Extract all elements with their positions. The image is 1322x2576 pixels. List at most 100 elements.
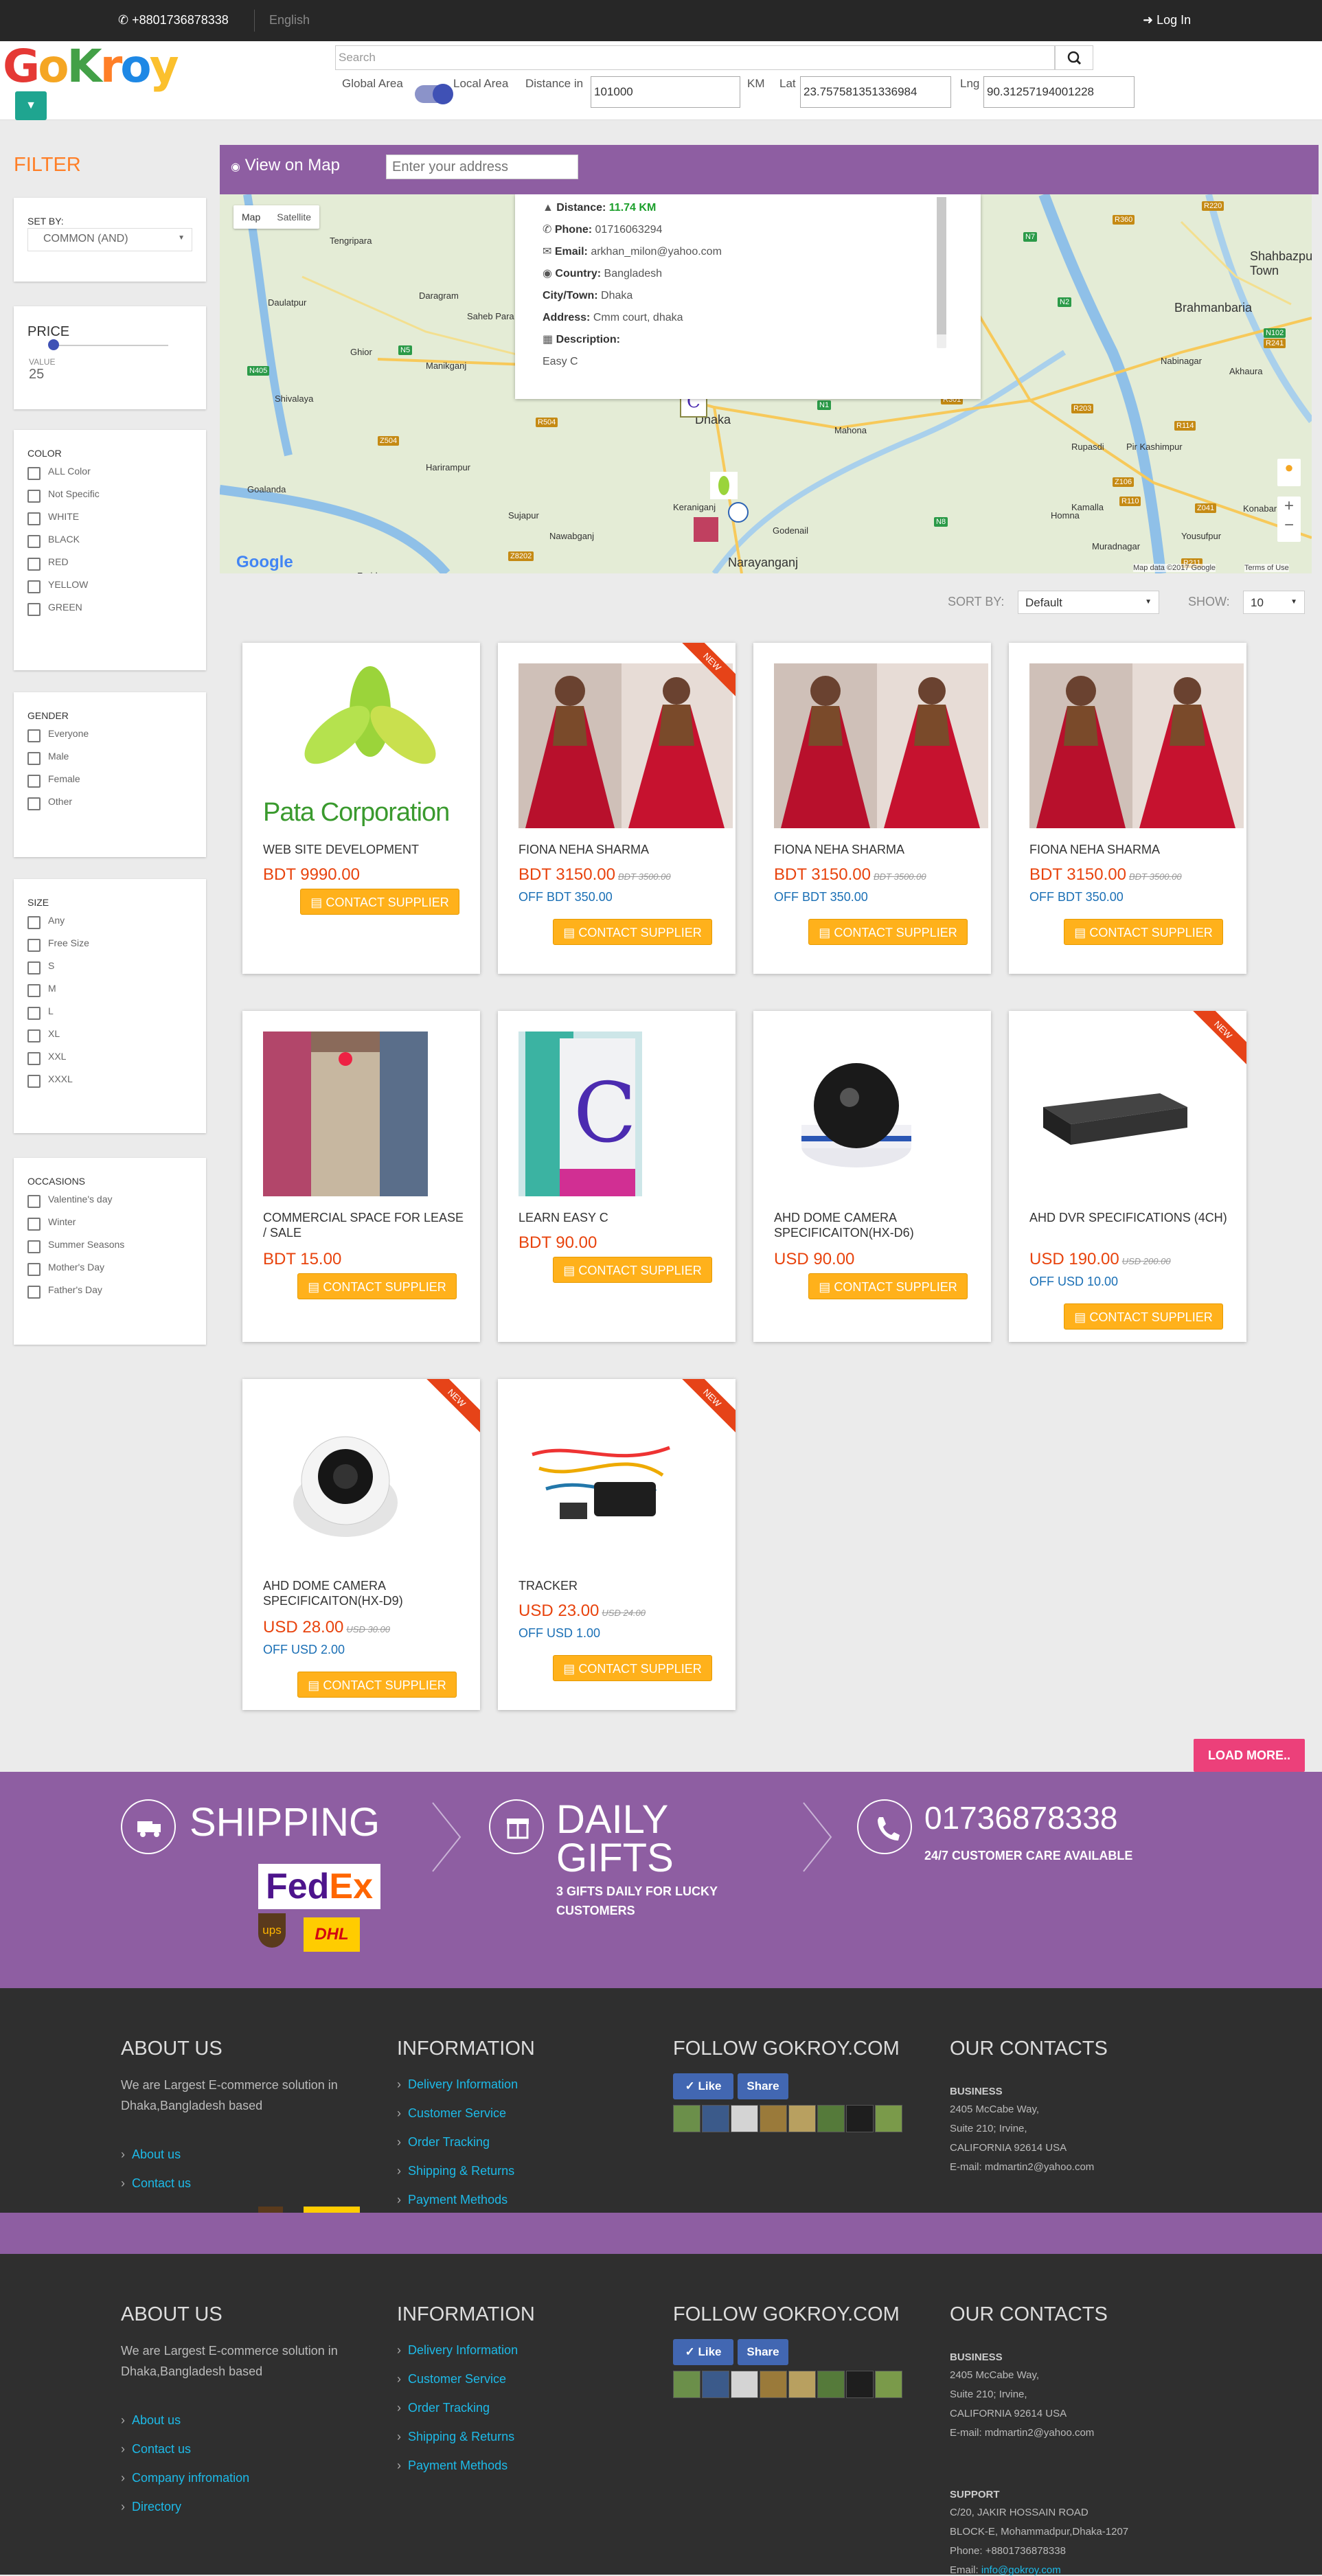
checkbox[interactable] — [27, 535, 41, 548]
checkbox[interactable] — [27, 1218, 41, 1231]
checkbox[interactable] — [27, 603, 41, 616]
fan-avatar[interactable] — [788, 2371, 816, 2398]
product-name[interactable]: AHD DOME CAMERA SPECIFICAITON(HX-D6) — [774, 1210, 980, 1240]
facebook-share-button[interactable]: Share — [738, 2339, 788, 2365]
map-pin-thumbnail[interactable] — [728, 502, 749, 523]
information-link[interactable]: › Customer Service — [397, 2106, 506, 2121]
checkbox[interactable] — [27, 490, 41, 503]
checkbox[interactable] — [27, 512, 41, 525]
product-name[interactable]: FIONA NEHA SHARMA — [1029, 842, 1235, 857]
size-option[interactable]: XXXL — [14, 1073, 206, 1096]
fan-avatar[interactable] — [731, 2371, 758, 2398]
contact-supplier-button[interactable]: ▤ CONTACT SUPPLIER — [297, 1273, 457, 1299]
zoom-out-button[interactable]: − — [1277, 516, 1301, 535]
product-card[interactable]: NEW AHD DOME CAMERA SPECIFICAITON(HX-D9) U… — [242, 1379, 480, 1710]
size-option[interactable]: L — [14, 1005, 206, 1028]
information-link[interactable]: › Shipping & Returns — [397, 2164, 514, 2178]
color-option[interactable]: GREEN — [14, 602, 206, 624]
search-button[interactable] — [1055, 45, 1093, 70]
checkbox[interactable] — [27, 775, 41, 788]
set-by-select[interactable]: COMMON (AND) ▼ — [27, 228, 192, 251]
contact-supplier-button[interactable]: ▤ CONTACT SUPPLIER — [553, 919, 712, 945]
fan-avatar[interactable] — [702, 2105, 729, 2132]
contact-supplier-button[interactable]: ▤ CONTACT SUPPLIER — [1064, 919, 1223, 945]
facebook-like-button[interactable]: ✓ Like — [673, 2339, 733, 2365]
gender-option[interactable]: Male — [14, 751, 206, 773]
map-tab[interactable]: Map — [233, 205, 269, 229]
product-card[interactable]: AHD DOME CAMERA SPECIFICAITON(HX-D6) USD … — [753, 1011, 991, 1342]
about-link[interactable]: › Contact us — [121, 2442, 191, 2457]
facebook-like-button[interactable]: ✓ Like — [673, 2073, 733, 2099]
contact-supplier-button[interactable]: ▤ CONTACT SUPPLIER — [808, 919, 968, 945]
about-link[interactable]: › Directory — [121, 2500, 181, 2514]
distance-input[interactable]: 101000 — [591, 76, 740, 108]
checkbox[interactable] — [27, 752, 41, 765]
size-option[interactable]: Free Size — [14, 937, 206, 960]
product-card[interactable]: COMMERCIAL SPACE FOR LEASE / SALE BDT 15.… — [242, 1011, 480, 1342]
area-toggle[interactable] — [415, 84, 453, 104]
checkbox[interactable] — [27, 1007, 41, 1020]
product-name[interactable]: LEARN EASY C — [518, 1210, 725, 1225]
map-pin-thumbnail[interactable] — [710, 472, 738, 499]
fan-avatar[interactable] — [846, 2371, 874, 2398]
about-link[interactable]: › About us — [121, 2147, 181, 2162]
map-pin-thumbnail[interactable] — [694, 517, 718, 542]
about-link[interactable]: › About us — [121, 2413, 181, 2428]
fan-avatar[interactable] — [817, 2105, 845, 2132]
product-name[interactable]: FIONA NEHA SHARMA — [774, 842, 980, 857]
contact-supplier-button[interactable]: ▤ CONTACT SUPPLIER — [553, 1257, 712, 1283]
show-select[interactable]: 10 ▼ — [1243, 591, 1305, 614]
information-link[interactable]: › Delivery Information — [397, 2077, 518, 2092]
fan-avatar[interactable] — [846, 2105, 874, 2132]
terms-of-use-link[interactable]: Terms of Use — [1244, 564, 1289, 572]
color-option[interactable]: YELLOW — [14, 579, 206, 602]
map-view[interactable]: Tengripara Daulatpur Daragram Saheb Para Ghi… — [220, 194, 1312, 573]
size-option[interactable]: XXL — [14, 1051, 206, 1073]
language-selector[interactable]: English — [269, 13, 310, 27]
checkbox[interactable] — [27, 1263, 41, 1276]
checkbox[interactable] — [27, 1029, 41, 1042]
checkbox[interactable] — [27, 729, 41, 742]
occasion-option[interactable]: Father's Day — [14, 1284, 206, 1307]
sort-select[interactable]: Default ▼ — [1018, 591, 1159, 614]
satellite-tab[interactable]: Satellite — [269, 205, 319, 229]
lat-input[interactable]: 23.757581351336984 — [800, 76, 951, 108]
color-option[interactable]: Not Specific — [14, 488, 206, 511]
product-name[interactable]: AHD DVR SPECIFICATIONS (4CH) — [1029, 1210, 1235, 1225]
contact-supplier-button[interactable]: ▤ CONTACT SUPPLIER — [808, 1273, 968, 1299]
product-card[interactable]: NEW AHD DVR SPECIFICATIONS (4CH) USD 190.0… — [1009, 1011, 1246, 1342]
map-address-input[interactable] — [386, 155, 578, 179]
product-card[interactable]: FIONA NEHA SHARMA BDT 3150.00 BDT 3500.00 O… — [753, 643, 991, 974]
product-image[interactable] — [774, 1031, 988, 1196]
product-card[interactable]: NEW FIONA NEHA SHARMA BDT 3150.00 BDT 3500.… — [498, 643, 736, 974]
product-card[interactable]: C LEARN EASY C BDT 90.00 ▤ CONTACT SUPPLIER — [498, 1011, 736, 1342]
information-link[interactable]: › Order Tracking — [397, 2135, 490, 2150]
about-link[interactable]: › Company infromation — [121, 2471, 249, 2485]
fan-avatar[interactable] — [788, 2105, 816, 2132]
information-link[interactable]: › Delivery Information — [397, 2343, 518, 2358]
color-option[interactable]: WHITE — [14, 511, 206, 534]
product-name[interactable]: WEB SITE DEVELOPMENT — [263, 842, 469, 857]
size-option[interactable]: XL — [14, 1028, 206, 1051]
care-phone[interactable]: 01736878338 — [924, 1799, 1117, 1836]
color-option[interactable]: RED — [14, 556, 206, 579]
information-link[interactable]: › Customer Service — [397, 2372, 506, 2386]
login-link[interactable]: ➜ Log In — [1143, 13, 1191, 27]
topbar-phone[interactable]: ✆ +8801736878338 — [118, 13, 229, 27]
price-slider-handle[interactable] — [48, 339, 59, 350]
color-option[interactable]: BLACK — [14, 534, 206, 556]
size-option[interactable]: Any — [14, 915, 206, 937]
information-link[interactable]: › Payment Methods — [397, 2193, 508, 2207]
contact-supplier-button[interactable]: ▤ CONTACT SUPPLIER — [300, 889, 459, 915]
checkbox[interactable] — [27, 1075, 41, 1088]
product-card[interactable]: NEW TRACKER USD 23.00 USD 24.00 OFF USD 1.00… — [498, 1379, 736, 1710]
contact-supplier-button[interactable]: ▤ CONTACT SUPPLIER — [297, 1672, 457, 1698]
information-link[interactable]: › Shipping & Returns — [397, 2430, 514, 2444]
color-option[interactable]: ALL Color — [14, 466, 206, 488]
checkbox[interactable] — [27, 467, 41, 480]
fan-avatar[interactable] — [875, 2371, 902, 2398]
site-logo[interactable]: GoKroy — [3, 43, 179, 91]
checkbox[interactable] — [27, 1195, 41, 1208]
fan-avatar[interactable] — [760, 2105, 787, 2132]
product-name[interactable]: FIONA NEHA SHARMA — [518, 842, 725, 857]
